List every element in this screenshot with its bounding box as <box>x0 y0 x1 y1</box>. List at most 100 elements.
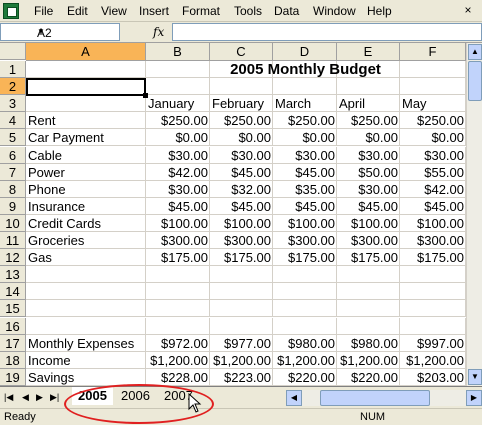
row-label[interactable]: Cable <box>26 147 146 164</box>
grid-cell[interactable] <box>337 78 400 96</box>
row-header-15[interactable]: 15 <box>0 300 26 318</box>
formula-input[interactable] <box>172 23 482 41</box>
function-icon[interactable]: fx <box>153 25 164 39</box>
grid-cell[interactable] <box>146 266 210 284</box>
value-cell[interactable]: $30.00 <box>400 147 466 164</box>
prev-sheet-icon[interactable]: ◀ <box>22 392 29 403</box>
active-cell-a2[interactable] <box>26 78 148 99</box>
worksheet-grid[interactable]: A B C D E F 1 2 3 4 5 6 7 8 9 10 11 12 13 14 15 16 17 18 19 2005 … <box>0 43 466 386</box>
value-cell[interactable]: $45.00 <box>337 198 400 215</box>
row-header-8[interactable]: 8 <box>0 180 26 198</box>
menu-file[interactable]: File <box>34 4 53 18</box>
row-label[interactable]: Phone <box>26 181 146 198</box>
column-header-a[interactable]: A <box>26 43 146 61</box>
grid-cell[interactable] <box>210 300 273 318</box>
value-cell[interactable]: $45.00 <box>210 198 273 215</box>
grid-cell[interactable] <box>26 317 146 335</box>
grid-cell[interactable] <box>210 317 273 335</box>
column-header-b[interactable]: B <box>146 43 210 61</box>
value-cell[interactable]: $45.00 <box>210 164 273 181</box>
row-label[interactable]: Car Payment <box>26 129 146 146</box>
value-cell[interactable]: $30.00 <box>337 147 400 164</box>
value-cell[interactable]: $0.00 <box>337 129 400 146</box>
grid-cell[interactable] <box>400 283 466 301</box>
row-header-17[interactable]: 17 <box>0 334 26 352</box>
column-header-f[interactable]: F <box>400 43 466 61</box>
row-header-4[interactable]: 4 <box>0 112 26 130</box>
value-cell[interactable]: $300.00 <box>337 232 400 249</box>
vertical-scrollbar[interactable]: ▲ ▼ <box>466 43 482 386</box>
vertical-scroll-thumb[interactable] <box>468 61 482 101</box>
value-cell[interactable]: $30.00 <box>146 181 210 198</box>
row-label[interactable]: Credit Cards <box>26 215 146 232</box>
row-label[interactable]: Groceries <box>26 232 146 249</box>
grid-cell[interactable] <box>273 78 337 96</box>
grid-cell[interactable] <box>337 283 400 301</box>
value-cell[interactable]: $0.00 <box>210 129 273 146</box>
grid-cell[interactable] <box>337 300 400 318</box>
value-cell[interactable]: $50.00 <box>337 164 400 181</box>
scroll-up-icon[interactable]: ▲ <box>468 44 482 60</box>
row-header-10[interactable]: 10 <box>0 214 26 232</box>
value-cell[interactable]: $250.00 <box>400 112 466 129</box>
row-header-6[interactable]: 6 <box>0 146 26 164</box>
name-box[interactable]: A2 ▼ <box>0 23 120 41</box>
month-header[interactable]: January <box>146 95 210 112</box>
menu-insert[interactable]: Insert <box>139 4 169 18</box>
value-cell[interactable]: $980.00 <box>337 335 400 352</box>
grid-cell[interactable] <box>273 283 337 301</box>
value-cell[interactable]: $42.00 <box>146 164 210 181</box>
value-cell[interactable]: $300.00 <box>210 232 273 249</box>
grid-cell[interactable] <box>210 266 273 284</box>
grid-cell[interactable] <box>337 317 400 335</box>
menu-format[interactable]: Format <box>182 4 220 18</box>
grid-cell[interactable] <box>400 317 466 335</box>
grid-cell[interactable] <box>337 266 400 284</box>
scroll-right-icon[interactable]: ▶ <box>466 390 482 406</box>
value-cell[interactable]: $228.00 <box>146 369 210 386</box>
grid-cell[interactable] <box>210 78 273 96</box>
grid-cell[interactable] <box>400 300 466 318</box>
menu-view[interactable]: View <box>101 4 127 18</box>
value-cell[interactable]: $0.00 <box>400 129 466 146</box>
value-cell[interactable]: $175.00 <box>273 249 337 266</box>
value-cell[interactable]: $55.00 <box>400 164 466 181</box>
value-cell[interactable]: $1,200.00 <box>210 352 273 369</box>
excel-app-icon[interactable] <box>3 3 19 19</box>
column-header-d[interactable]: D <box>273 43 337 61</box>
last-sheet-icon[interactable]: ▶| <box>50 392 59 403</box>
scroll-left-icon[interactable]: ◀ <box>286 390 302 406</box>
grid-cell[interactable] <box>400 266 466 284</box>
value-cell[interactable]: $250.00 <box>337 112 400 129</box>
row-label[interactable]: Income <box>26 352 146 369</box>
value-cell[interactable]: $203.00 <box>400 369 466 386</box>
horizontal-scrollbar[interactable]: ◀ ▶ <box>286 390 482 406</box>
value-cell[interactable]: $32.00 <box>210 181 273 198</box>
row-header-13[interactable]: 13 <box>0 266 26 284</box>
menu-data[interactable]: Data <box>274 4 299 18</box>
grid-cell[interactable] <box>146 300 210 318</box>
row-header-9[interactable]: 9 <box>0 197 26 215</box>
row-label[interactable]: Monthly Expenses <box>26 335 146 352</box>
row-label[interactable]: Rent <box>26 112 146 129</box>
row-label[interactable]: Power <box>26 164 146 181</box>
value-cell[interactable]: $223.00 <box>210 369 273 386</box>
value-cell[interactable]: $0.00 <box>273 129 337 146</box>
chevron-down-icon[interactable]: ▼ <box>37 27 101 36</box>
column-header-c[interactable]: C <box>210 43 273 61</box>
select-all-corner[interactable] <box>0 43 26 60</box>
row-header-3[interactable]: 3 <box>0 95 26 113</box>
value-cell[interactable]: $30.00 <box>210 147 273 164</box>
row-header-12[interactable]: 12 <box>0 249 26 267</box>
value-cell[interactable]: $300.00 <box>146 232 210 249</box>
grid-cell[interactable] <box>273 300 337 318</box>
value-cell[interactable]: $0.00 <box>146 129 210 146</box>
value-cell[interactable]: $35.00 <box>273 181 337 198</box>
grid-cell[interactable] <box>273 317 337 335</box>
grid-cell[interactable] <box>273 266 337 284</box>
value-cell[interactable]: $300.00 <box>273 232 337 249</box>
scroll-down-icon[interactable]: ▼ <box>468 369 482 385</box>
value-cell[interactable]: $175.00 <box>146 249 210 266</box>
value-cell[interactable]: $997.00 <box>400 335 466 352</box>
value-cell[interactable]: $175.00 <box>337 249 400 266</box>
